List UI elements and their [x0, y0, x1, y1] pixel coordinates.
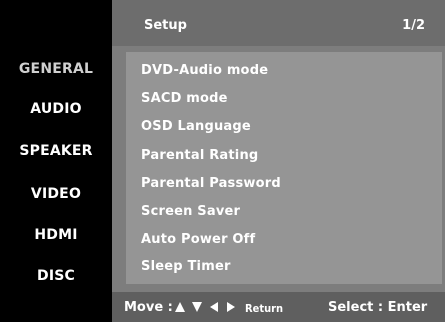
menu-item-osd-language[interactable]: OSD Language: [141, 119, 251, 134]
help-footer: Move : Return Select : Enter: [112, 292, 445, 322]
category-disc[interactable]: DISC: [0, 268, 112, 284]
category-audio[interactable]: AUDIO: [0, 101, 112, 117]
left-arrow-icon: [208, 300, 220, 314]
menu-item-parental-password[interactable]: Parental Password: [141, 176, 281, 191]
menu-item-parental-rating[interactable]: Parental Rating: [141, 148, 258, 163]
menu-item-sacd-mode[interactable]: SACD mode: [141, 91, 228, 106]
category-speaker[interactable]: SPEAKER: [0, 143, 112, 159]
menu-item-sleep-timer[interactable]: Sleep Timer: [141, 259, 231, 274]
category-hdmi[interactable]: HDMI: [0, 227, 112, 243]
page-indicator: 1/2: [402, 18, 425, 33]
category-general[interactable]: GENERAL: [0, 61, 112, 77]
title-bar: Setup 1/2: [112, 0, 445, 46]
move-label: Move :: [124, 300, 173, 315]
return-label: Return: [245, 302, 284, 315]
up-arrow-icon: [174, 300, 186, 314]
menu-item-dvd-audio-mode[interactable]: DVD-Audio mode: [141, 63, 268, 78]
setup-screen: Setup 1/2 DVD-Audio mode SACD mode OSD L…: [112, 0, 445, 322]
settings-menu: DVD-Audio mode SACD mode OSD Language Pa…: [126, 52, 442, 284]
down-arrow-icon: [191, 300, 203, 314]
right-arrow-icon: [225, 300, 237, 314]
category-sidebar: GENERAL AUDIO SPEAKER VIDEO HDMI DISC: [0, 0, 112, 322]
menu-item-auto-power-off[interactable]: Auto Power Off: [141, 232, 255, 247]
page-title: Setup: [144, 18, 187, 33]
category-video[interactable]: VIDEO: [0, 186, 112, 202]
select-enter-label: Select : Enter: [328, 300, 428, 315]
menu-item-screen-saver[interactable]: Screen Saver: [141, 204, 240, 219]
